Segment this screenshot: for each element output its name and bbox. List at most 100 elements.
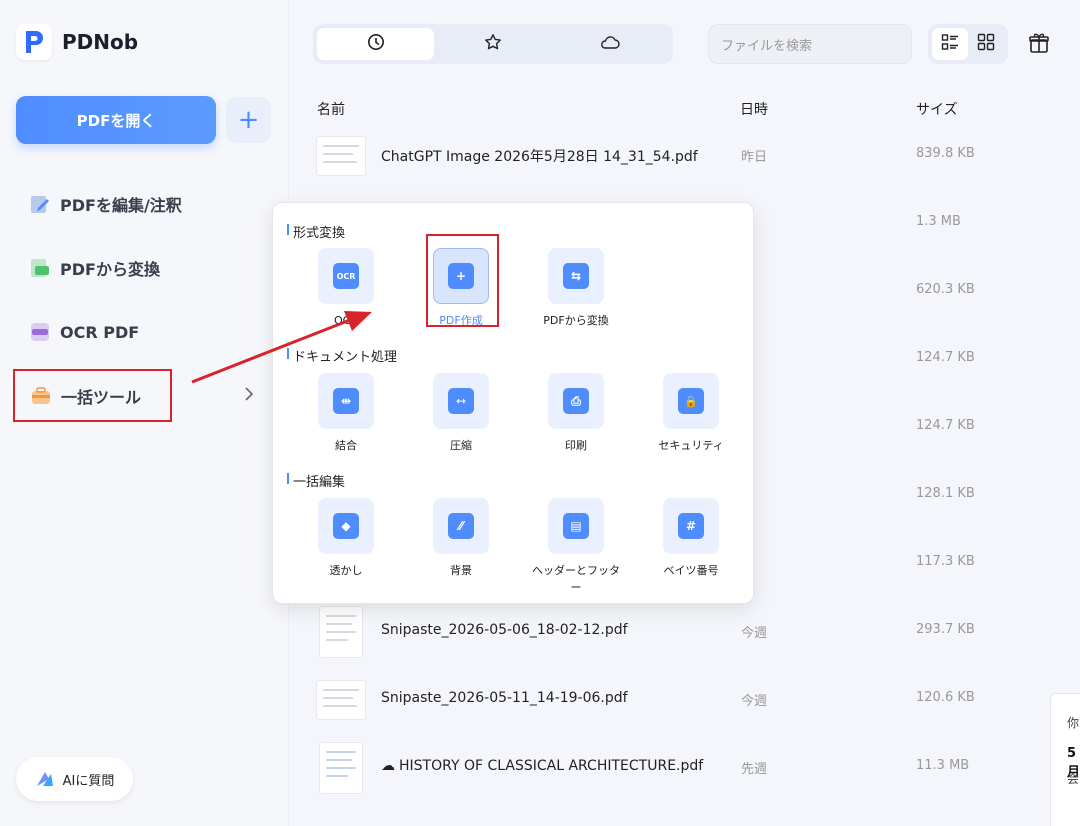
watermark-icon: ◆: [318, 498, 374, 554]
app-name: PDNob: [62, 30, 139, 54]
tool-background[interactable]: ⁄⁄ 背景: [411, 498, 511, 579]
file-thumbnail: [319, 606, 363, 658]
background-icon: ⁄⁄: [433, 498, 489, 554]
tool-watermark[interactable]: ◆ 透かし: [296, 498, 396, 579]
file-size: 1.3 MB: [916, 214, 961, 229]
sidebar: PDNob PDFを開く + PDFを編集/注釈 PDFから変換 OCR PDF…: [0, 0, 289, 826]
file-name: Snipaste_2026-05-06_18-02-12.pdf: [381, 622, 628, 638]
tab-recent[interactable]: [317, 28, 435, 60]
lock-icon: 🔒: [663, 373, 719, 429]
table-row[interactable]: ChatGPT Image 2026年5月28日 14_31_54.pdf 昨日…: [316, 136, 1080, 204]
section-title: ドキュメント処理: [286, 346, 397, 365]
print-icon: ⎙: [548, 373, 604, 429]
ocr-icon: [28, 320, 52, 344]
tool-label: 結合: [335, 439, 357, 452]
notification-text: 会: [1067, 772, 1080, 786]
table-row[interactable]: ☁ HISTORY OF CLASSICAL ARCHITECTURE.pdf 先…: [316, 742, 1080, 816]
grid-view-button[interactable]: [968, 28, 1004, 60]
column-header-size[interactable]: サイズ: [916, 99, 958, 119]
search-input[interactable]: ファイルを検索: [708, 24, 912, 64]
tool-label: ヘッダーとフッター: [532, 564, 620, 594]
ocr-icon: OCR: [318, 248, 374, 304]
tool-compress[interactable]: ⇿ 圧縮: [411, 373, 511, 454]
tool-convert-from-pdf[interactable]: ⇆ PDFから変換: [526, 248, 626, 329]
file-name-text: HISTORY OF CLASSICAL ARCHITECTURE.pdf: [399, 758, 704, 774]
convert-icon: ⇆: [548, 248, 604, 304]
edit-icon: [28, 192, 52, 216]
file-date: 先週: [741, 762, 768, 777]
clock-icon: [367, 33, 385, 55]
file-date: 今週: [741, 626, 768, 641]
file-name: ☁ HISTORY OF CLASSICAL ARCHITECTURE.pdf: [381, 758, 703, 774]
file-date: 昨日: [741, 150, 768, 165]
file-date: 今週: [741, 694, 768, 709]
tool-bates-numbering[interactable]: # ベイツ番号: [641, 498, 741, 579]
tool-label: セキュリティ: [658, 439, 724, 452]
tool-merge[interactable]: ⇹ 結合: [296, 373, 396, 454]
merge-icon: ⇹: [318, 373, 374, 429]
file-size: 839.8 KB: [916, 146, 975, 161]
tool-print[interactable]: ⎙ 印刷: [526, 373, 626, 454]
tool-header-footer[interactable]: ▤ ヘッダーとフッター: [526, 498, 626, 596]
cloud-icon: ☁: [381, 758, 395, 774]
file-name: Snipaste_2026-05-11_14-19-06.pdf: [381, 690, 628, 706]
sidebar-item-label: 一括ツール: [61, 387, 142, 407]
tool-label: 透かし: [329, 564, 363, 577]
chevron-right-icon: [244, 386, 254, 406]
view-toggle: [928, 24, 1008, 64]
table-row[interactable]: Snipaste_2026-05-06_18-02-12.pdf 今週 293.…: [316, 606, 1080, 680]
tool-label: 背景: [450, 564, 472, 577]
tool-ocr[interactable]: OCR OCR: [296, 248, 396, 329]
file-size: 117.3 KB: [916, 554, 975, 569]
highlight-box: [426, 234, 499, 327]
grid-view-icon: [977, 33, 995, 55]
list-view-button[interactable]: [932, 28, 968, 60]
file-size: 11.3 MB: [916, 758, 970, 773]
file-size: 120.6 KB: [916, 690, 975, 705]
star-icon: [484, 33, 502, 55]
file-size: 124.7 KB: [916, 350, 975, 365]
tool-label: 圧縮: [450, 439, 472, 452]
tool-label: 印刷: [565, 439, 587, 452]
column-header-name[interactable]: 名前: [317, 99, 345, 119]
tab-starred[interactable]: [434, 28, 551, 60]
open-pdf-button[interactable]: PDFを開く: [16, 96, 216, 144]
column-header-date[interactable]: 日時: [740, 99, 768, 119]
pdnob-logo-icon: [16, 24, 52, 60]
tool-label: PDFから変換: [543, 314, 609, 327]
sidebar-item-convert[interactable]: PDFから変換: [28, 256, 160, 280]
file-size: 620.3 KB: [916, 282, 975, 297]
batch-tools-popover: 形式変換 OCR OCR + PDF作成 ⇆ PDFから変換 ドキュメント処理 …: [272, 202, 754, 604]
notification-text: 你: [1067, 716, 1080, 730]
section-title: 一括編集: [286, 471, 345, 490]
gift-icon[interactable]: [1028, 32, 1050, 58]
file-name: ChatGPT Image 2026年5月28日 14_31_54.pdf: [381, 149, 698, 165]
file-thumbnail: [316, 136, 366, 176]
sidebar-item-ocr[interactable]: OCR PDF: [28, 320, 139, 344]
file-size: 128.1 KB: [916, 486, 975, 501]
file-filter-tabs: [313, 24, 673, 64]
table-row[interactable]: Snipaste_2026-05-11_14-19-06.pdf 今週 120.…: [316, 680, 1080, 748]
cloud-icon: [600, 34, 620, 54]
add-button[interactable]: +: [226, 97, 271, 143]
convert-icon: [28, 256, 52, 280]
ai-icon: [35, 770, 55, 788]
sidebar-item-label: PDFを編集/注釈: [60, 196, 182, 215]
ask-ai-label: AIに質問: [62, 773, 115, 789]
sidebar-item-label: OCR PDF: [60, 322, 140, 342]
ask-ai-button[interactable]: AIに質問: [16, 757, 133, 801]
app-logo: PDNob: [16, 24, 138, 60]
sidebar-item-edit[interactable]: PDFを編集/注釈: [28, 192, 182, 216]
file-size: 124.7 KB: [916, 418, 975, 433]
list-view-icon: [941, 33, 959, 55]
tool-security[interactable]: 🔒 セキュリティ: [641, 373, 741, 454]
file-size: 293.7 KB: [916, 622, 975, 637]
notification-panel[interactable]: 你 5月 会: [1050, 693, 1080, 826]
file-thumbnail: [319, 742, 363, 794]
hash-icon: #: [663, 498, 719, 554]
file-thumbnail: [316, 680, 366, 720]
compress-icon: ⇿: [433, 373, 489, 429]
tab-cloud[interactable]: [552, 28, 669, 60]
search-placeholder: ファイルを検索: [721, 38, 813, 54]
sidebar-item-batch-tools[interactable]: 一括ツール: [13, 369, 172, 422]
